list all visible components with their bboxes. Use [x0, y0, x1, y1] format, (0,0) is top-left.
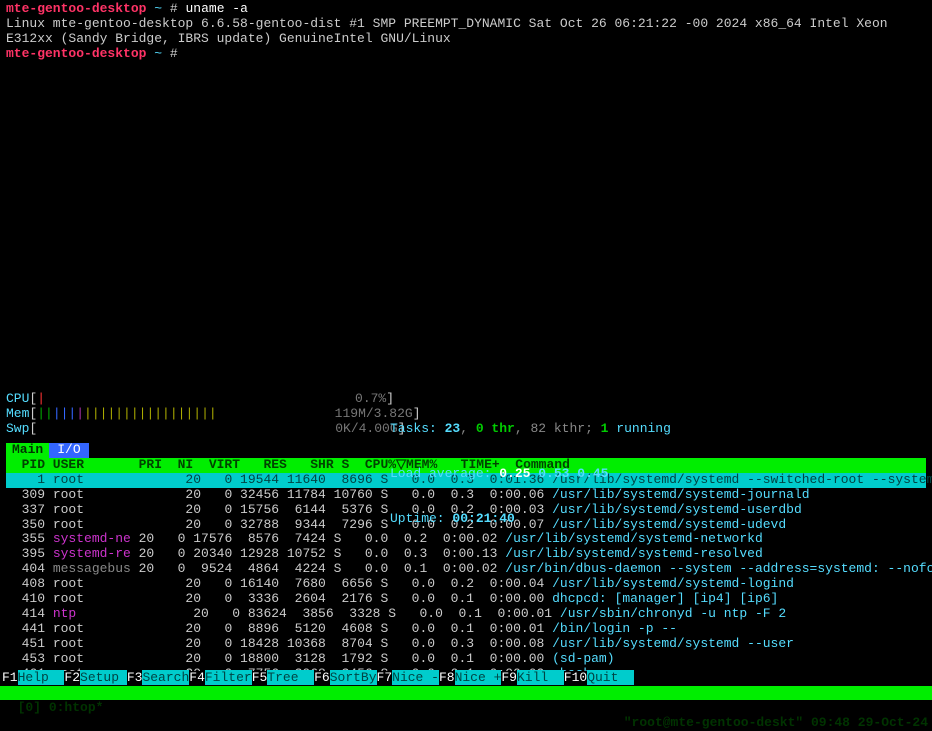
fnkey-label[interactable]: Tree [267, 670, 314, 685]
fnkey-label[interactable]: Search [142, 670, 189, 685]
tab-io[interactable]: I/O [49, 443, 88, 458]
table-row[interactable]: 408 root 20 0 16140 7680 6656 S 0.0 0.2 … [6, 577, 926, 592]
fnkey-f7[interactable]: F7 [377, 670, 393, 685]
table-row[interactable]: 453 root 20 0 18800 3128 1792 S 0.0 0.1 … [6, 652, 926, 667]
fnkey-label[interactable]: SortBy [330, 670, 377, 685]
htop-pane[interactable]: CPU[|0.7%] Mem[|||||||||||||||||||||||11… [0, 388, 932, 697]
stats-block: Tasks: 23, 0 thr, 82 kthr; 1 running Loa… [390, 392, 671, 556]
table-row[interactable]: 404 messagebus 20 0 9524 4864 4224 S 0.0… [6, 562, 926, 577]
loadavg-line: Load average: 0.25 0.53 0.45 [390, 467, 671, 482]
fnkey-f1[interactable]: F1 [2, 670, 18, 685]
tmux-statusbar: [0] 0:htop* "root@mte-gentoo-deskt" 09:4… [0, 686, 932, 700]
prompt-line-1: mte-gentoo-desktop ~ # uname -a [6, 2, 926, 17]
uname-output: Linux mte-gentoo-desktop 6.6.58-gentoo-d… [6, 17, 926, 47]
statusbar-right: "root@mte-gentoo-deskt" 09:48 29-Oct-24 [624, 716, 928, 731]
tasks-line: Tasks: 23, 0 thr, 82 kthr; 1 running [390, 422, 671, 437]
upper-terminal[interactable]: mte-gentoo-desktop ~ # uname -a Linux mt… [0, 0, 932, 64]
fnkey-label[interactable]: Kill [517, 670, 564, 685]
command-uname: uname -a [186, 1, 248, 16]
prompt-hash: # [170, 1, 178, 16]
fnkey-f2[interactable]: F2 [64, 670, 80, 685]
fnkey-f8[interactable]: F8 [439, 670, 455, 685]
table-row[interactable]: 451 root 20 0 18428 10368 8704 S 0.0 0.3… [6, 637, 926, 652]
fnkey-f10[interactable]: F10 [564, 670, 587, 685]
fnkey-label[interactable]: Setup [80, 670, 127, 685]
tab-main[interactable]: Main [6, 443, 49, 458]
fnkey-label[interactable]: Nice + [455, 670, 502, 685]
fnkey-f6[interactable]: F6 [314, 670, 330, 685]
fnkey-label[interactable]: Nice - [392, 670, 439, 685]
fnkey-f5[interactable]: F5 [252, 670, 268, 685]
prompt-tilde: ~ [154, 46, 162, 61]
prompt-hash: # [170, 46, 178, 61]
fnkey-f9[interactable]: F9 [501, 670, 517, 685]
fnkey-f3[interactable]: F3 [127, 670, 143, 685]
fnkey-label[interactable]: Quit [587, 670, 634, 685]
fnkey-f4[interactable]: F4 [189, 670, 205, 685]
table-row[interactable]: 414 ntp 20 0 83624 3856 3328 S 0.0 0.1 0… [6, 607, 926, 622]
fnkey-label[interactable]: Help [18, 670, 65, 685]
table-row[interactable]: 410 root 20 0 3336 2604 2176 S 0.0 0.1 0… [6, 592, 926, 607]
prompt-host: mte-gentoo-desktop [6, 46, 146, 61]
fnkey-label[interactable]: Filter [205, 670, 252, 685]
statusbar-left: [0] 0:htop* [18, 700, 104, 715]
table-row[interactable]: 441 root 20 0 8896 5120 4608 S 0.0 0.1 0… [6, 622, 926, 637]
prompt-host: mte-gentoo-desktop [6, 1, 146, 16]
function-key-bar: F1Help F2Setup F3SearchF4FilterF5Tree F6… [0, 671, 932, 686]
prompt-line-2[interactable]: mte-gentoo-desktop ~ # [6, 47, 926, 62]
uptime-line: Uptime: 00:21:40 [390, 512, 671, 527]
prompt-tilde: ~ [154, 1, 162, 16]
